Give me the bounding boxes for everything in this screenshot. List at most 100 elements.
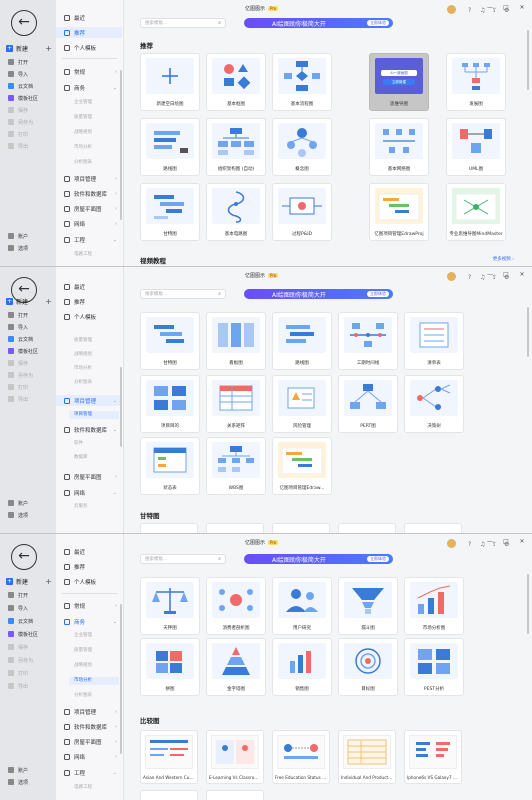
nav-scrollbar[interactable] <box>120 604 122 754</box>
nav-engineering[interactable]: 工程 ⌄ <box>56 767 122 778</box>
template-card-network[interactable]: 基本网络图 <box>369 118 429 176</box>
template-thumbnail[interactable]: Asian And Western Cust... <box>140 730 198 784</box>
nav-sub-item[interactable]: 电路工程 <box>74 784 92 792</box>
rail-export[interactable]: 导出 <box>8 395 28 403</box>
rail-open[interactable]: 打开 <box>8 58 28 66</box>
template-card[interactable]: 状态表 <box>140 437 200 495</box>
template-card[interactable]: 项目目的 <box>140 375 200 433</box>
rail-export[interactable]: 导出 <box>8 682 28 690</box>
nav-recommend[interactable]: 推荐 <box>56 296 122 307</box>
template-card-blank[interactable]: 新建空白绘图 <box>140 53 200 111</box>
main-scrollbar[interactable] <box>527 574 529 634</box>
template-card-flowchart[interactable]: 基本流程图 <box>272 53 332 111</box>
nav-sub-item[interactable]: 质量管理 <box>74 337 92 345</box>
template-card[interactable]: 风险管理 <box>272 375 332 433</box>
nav-network[interactable]: 网络 › <box>56 218 122 229</box>
template-card[interactable]: 清单表 <box>404 312 464 370</box>
nav-recent[interactable]: 最近 <box>56 12 122 23</box>
nav-project[interactable]: 项目管理 ⌄ <box>56 395 122 406</box>
search-input[interactable]: 搜索模板... ⌕ <box>140 289 226 299</box>
nav-project[interactable]: 项目管理 › <box>56 173 122 184</box>
rail-save-as[interactable]: 另存为 <box>8 371 33 379</box>
template-card-edrawproj[interactable]: 亿图项目管理EdrawProj <box>369 183 429 241</box>
main-scrollbar[interactable] <box>527 30 529 90</box>
nav-recommend[interactable]: 推荐 <box>56 561 122 572</box>
nav-software[interactable]: 软件和数据库 ⌄ <box>56 424 122 435</box>
rail-save[interactable]: 保存 <box>8 359 28 367</box>
rail-options[interactable]: 选项 <box>8 244 28 252</box>
template-card[interactable]: 用户研究 <box>272 577 332 635</box>
rail-community[interactable]: 模板社区 <box>8 94 38 102</box>
rail-account[interactable]: 账户 <box>8 766 28 774</box>
nav-personal[interactable]: 个人模板 <box>56 42 122 53</box>
main-scrollbar[interactable] <box>527 307 529 357</box>
template-thumbnail[interactable]: E-Learning Vs Classroom... <box>206 730 264 784</box>
nav-personal[interactable]: 个人模板 <box>56 311 122 322</box>
template-card[interactable]: 目标图 <box>338 638 398 696</box>
nav-sub-item[interactable]: 战略规划 <box>74 662 92 670</box>
new-button[interactable]: + 新建 + <box>6 576 52 587</box>
template-thumbnail[interactable]: Free Education Status C... <box>272 730 330 784</box>
template-card[interactable]: 工期时间线 <box>338 312 398 370</box>
rail-print[interactable]: 打印 <box>8 669 28 677</box>
template-card-concept[interactable]: 概念图 <box>272 118 332 176</box>
rail-import[interactable]: 导入 <box>8 604 28 612</box>
nav-network[interactable]: 网络 › <box>56 751 122 762</box>
nav-sub-item[interactable]: 市场分析 <box>74 365 92 373</box>
nav-floor[interactable]: 房屋平面图 › <box>56 471 122 482</box>
new-button[interactable]: + 新建 + <box>6 296 52 307</box>
rail-community[interactable]: 模板社区 <box>8 347 38 355</box>
template-thumbnail[interactable]: Iphone6s VS Galaxy7 C... <box>404 730 462 784</box>
search-input[interactable]: 搜索模板... ⌕ <box>140 18 226 28</box>
rail-account[interactable]: 账户 <box>8 499 28 507</box>
new-button[interactable]: + 新建 + <box>6 43 52 54</box>
nav-general[interactable]: 常规 › <box>56 66 122 77</box>
rail-import[interactable]: 导入 <box>8 323 28 331</box>
nav-recent[interactable]: 最近 <box>56 546 122 557</box>
rail-cloud[interactable]: 云文档 <box>8 335 33 343</box>
nav-business[interactable]: 商务 ⌄ <box>56 616 122 627</box>
template-card[interactable]: 金字塔图 <box>206 638 266 696</box>
nav-sub-item[interactable]: 企业管理 <box>74 632 92 640</box>
template-thumbnail[interactable] <box>338 523 396 533</box>
nav-sub-item[interactable]: 战略规划 <box>74 129 92 137</box>
template-card-development[interactable]: 发展图 <box>446 53 506 111</box>
nav-sub-item[interactable]: 电路工程 <box>74 251 92 259</box>
rail-print[interactable]: 打印 <box>8 383 28 391</box>
template-card[interactable]: 拼图 <box>140 638 200 696</box>
template-thumbnail[interactable] <box>272 523 330 533</box>
nav-scrollbar[interactable] <box>120 70 122 220</box>
new-plus-icon[interactable]: + <box>45 297 52 306</box>
ai-banner[interactable]: AI绘图助你极简大开 立即体验 <box>244 554 393 564</box>
template-card-mindmaster[interactable]: 专业思维导图MindMaster <box>446 183 506 241</box>
template-card-orgchart[interactable]: 组织架构图 (自动) <box>206 118 266 176</box>
template-card[interactable]: 看板图 <box>206 312 266 370</box>
nav-sub-item[interactable]: 分析图表 <box>74 379 92 387</box>
banner-try-button[interactable]: 立即体验 <box>367 556 389 562</box>
template-card[interactable]: 关系矩阵 <box>206 375 266 433</box>
template-thumbnail[interactable]: Individual And Product ... <box>338 730 396 784</box>
nav-network[interactable]: 网络 ⌄ <box>56 487 122 498</box>
template-card[interactable]: 决策树 <box>404 375 464 433</box>
nav-sub-item[interactable]: 企业管理 <box>74 99 92 107</box>
nav-sub-item[interactable]: 分析图表 <box>74 159 92 167</box>
rail-options[interactable]: 选项 <box>8 511 28 519</box>
template-card[interactable]: 市场分析图 <box>404 577 464 635</box>
nav-sub-item-selected[interactable]: 市场分析 <box>69 677 119 685</box>
template-card-mindmap[interactable]: AI一键画图 立即新建 思维导图 <box>369 53 429 111</box>
template-card[interactable]: 亿图项目管理Edraw... <box>272 437 332 495</box>
rail-options[interactable]: 选项 <box>8 778 28 786</box>
nav-floor[interactable]: 房屋平面图 › <box>56 203 122 214</box>
nav-recent[interactable]: 最近 <box>56 281 122 292</box>
nav-software[interactable]: 软件和数据库 › <box>56 721 122 732</box>
template-thumbnail[interactable] <box>140 523 198 533</box>
template-thumbnail[interactable] <box>140 790 198 800</box>
template-card-roadmap[interactable]: 路线图 <box>140 118 200 176</box>
template-card[interactable]: 漏斗图 <box>338 577 398 635</box>
template-card-block[interactable]: 基本框图 <box>206 53 266 111</box>
rail-save-as[interactable]: 另存为 <box>8 656 33 664</box>
rail-save[interactable]: 保存 <box>8 643 28 651</box>
rail-community[interactable]: 模板社区 <box>8 630 38 638</box>
nav-project[interactable]: 项目管理 › <box>56 706 122 717</box>
nav-engineering[interactable]: 工程 ⌄ <box>56 234 122 245</box>
